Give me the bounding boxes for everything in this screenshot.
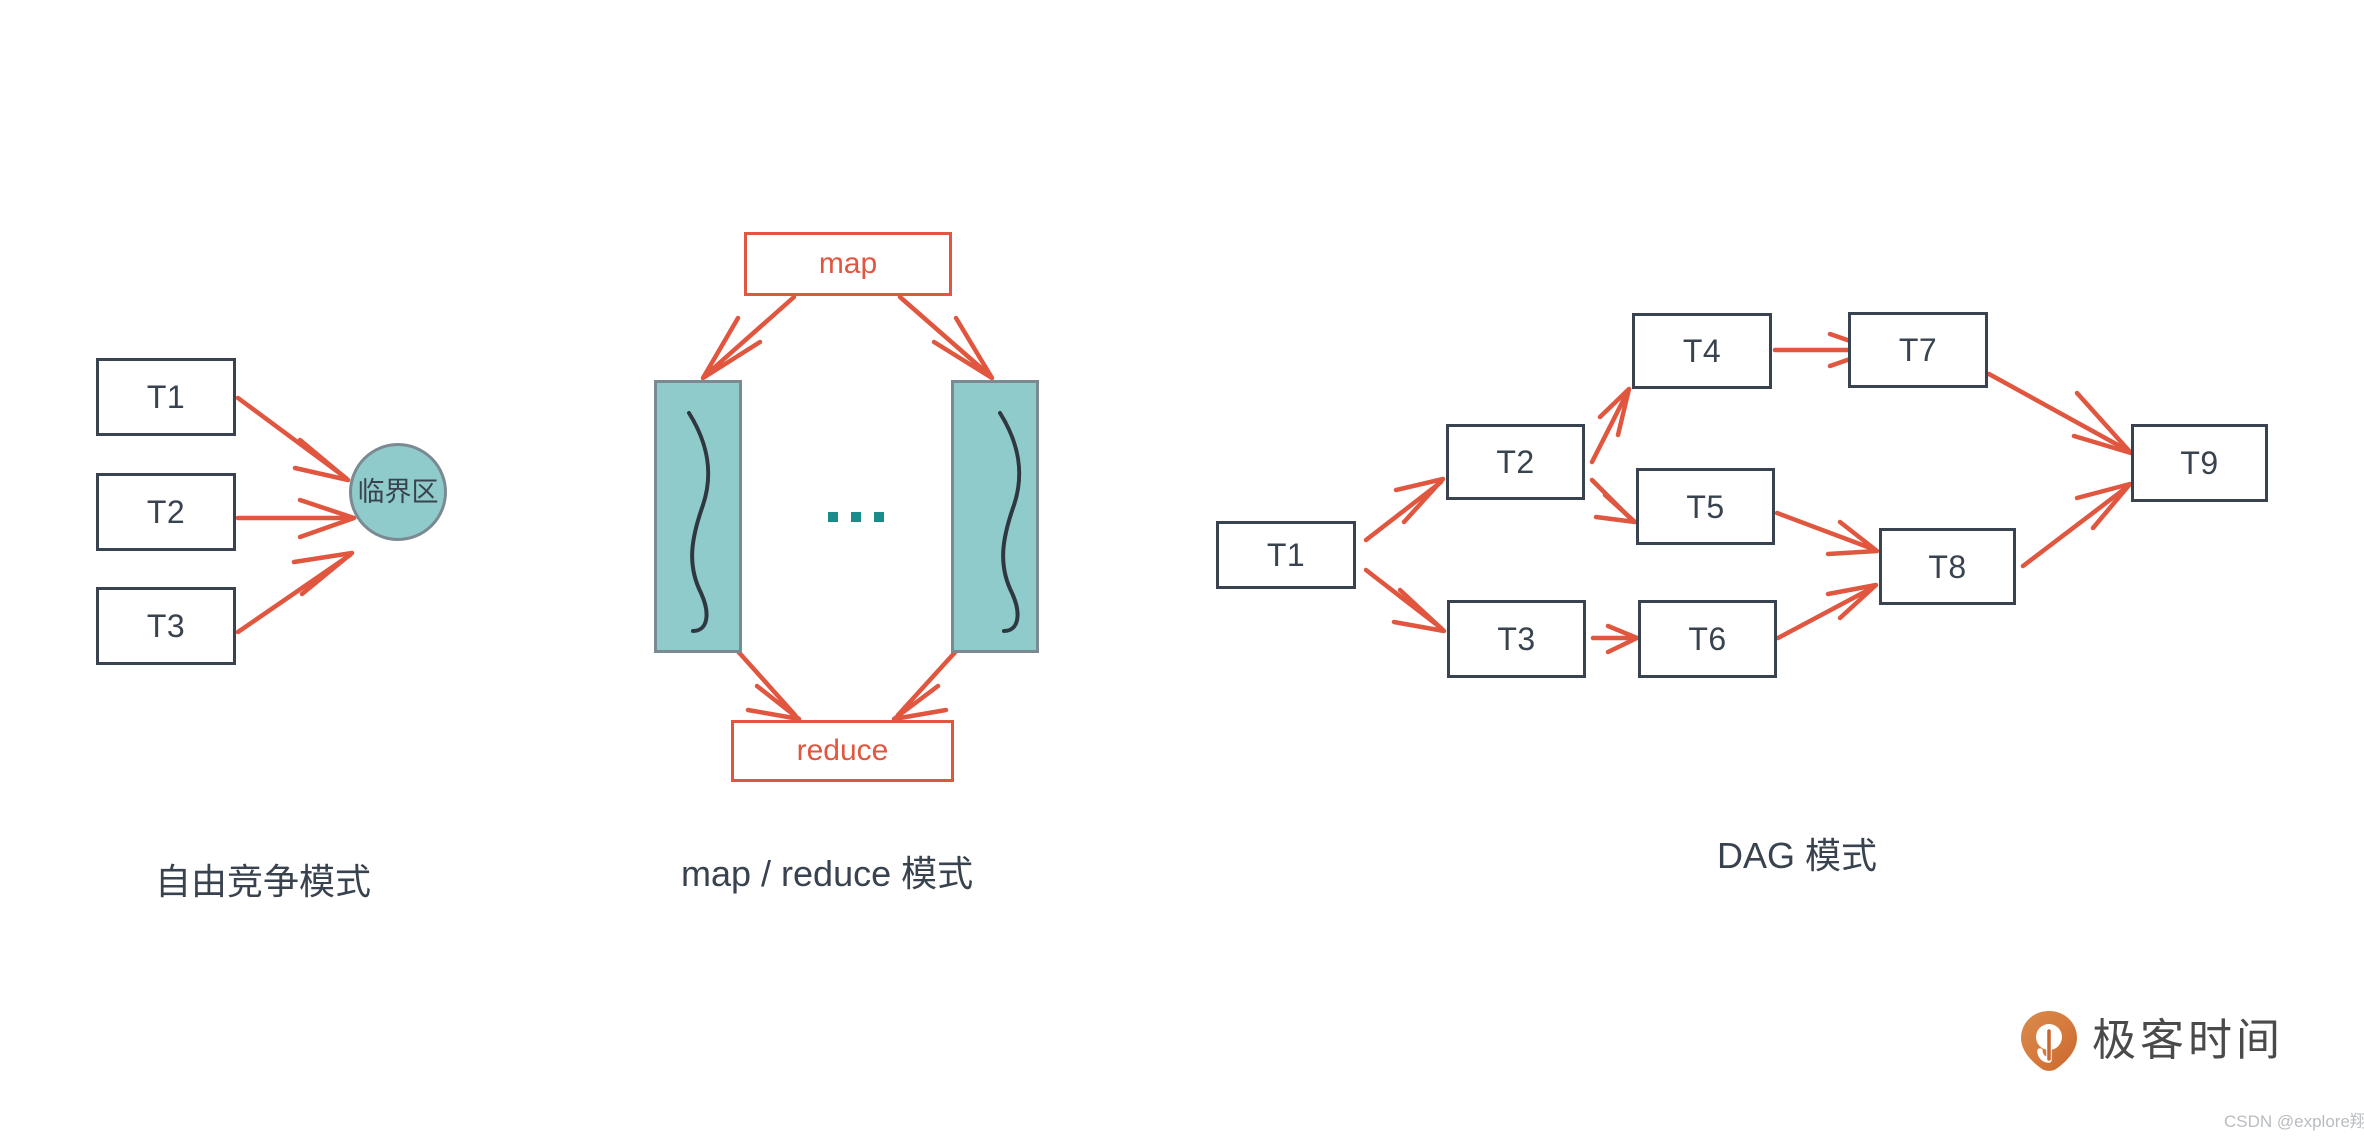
task-label: T3 bbox=[146, 608, 186, 644]
task-label: T1 bbox=[1266, 537, 1306, 573]
task-label: T1 bbox=[146, 379, 186, 415]
task-box-t6-dag[interactable]: T6 bbox=[1638, 600, 1777, 678]
worker-slab-left[interactable] bbox=[654, 380, 742, 653]
caption-dag: DAG 模式 bbox=[1717, 835, 1878, 876]
task-box-t2-free[interactable]: T2 bbox=[96, 473, 236, 551]
task-box-t4-dag[interactable]: T4 bbox=[1632, 313, 1772, 389]
diagram-canvas: .ar { stroke:#e0563f; stroke-width:4.5; … bbox=[0, 0, 2364, 1142]
task-box-t1-free[interactable]: T1 bbox=[96, 358, 236, 436]
arrow-dag-t7-t9 bbox=[1986, 371, 2134, 456]
brand-logo: 极客时间 bbox=[2020, 1010, 2284, 1072]
arrow-dag-t5-t8 bbox=[1774, 510, 1880, 557]
ellipsis-dot bbox=[851, 512, 861, 522]
task-box-t1-dag[interactable]: T1 bbox=[1216, 521, 1356, 589]
wave-glyph-right bbox=[998, 411, 1022, 633]
map-box[interactable]: map bbox=[744, 232, 952, 296]
task-box-t5-dag[interactable]: T5 bbox=[1636, 468, 1775, 545]
worker-ellipsis bbox=[828, 512, 884, 522]
arrow-dag-t3-t6 bbox=[1590, 623, 1640, 655]
arrow-map-to-worker-left bbox=[700, 294, 797, 381]
task-label: T8 bbox=[1928, 548, 1967, 585]
task-label: T6 bbox=[1688, 621, 1727, 657]
task-box-t7-dag[interactable]: T7 bbox=[1848, 312, 1988, 388]
arrow-dag-t8-t9 bbox=[2020, 481, 2133, 569]
reduce-box[interactable]: reduce bbox=[731, 720, 954, 782]
task-label: T3 bbox=[1497, 621, 1536, 657]
task-label: T2 bbox=[146, 494, 186, 530]
ellipsis-dot bbox=[828, 512, 838, 522]
caption-map-reduce: map / reduce 模式 bbox=[681, 853, 974, 894]
ellipsis-dot bbox=[874, 512, 884, 522]
arrow-dag-t1-t2 bbox=[1363, 476, 1446, 543]
task-label: T5 bbox=[1686, 488, 1725, 525]
task-box-t8-dag[interactable]: T8 bbox=[1879, 528, 2016, 605]
arrow-dag-t2-t4 bbox=[1589, 386, 1632, 465]
geektime-logo-icon bbox=[2020, 1010, 2078, 1072]
task-label: T9 bbox=[2180, 445, 2219, 481]
task-label: T7 bbox=[1898, 332, 1938, 368]
worker-slab-right[interactable] bbox=[951, 380, 1039, 653]
task-box-t2-dag[interactable]: T2 bbox=[1446, 424, 1585, 500]
wave-glyph-left bbox=[687, 411, 711, 633]
critical-section-label: 临界区 bbox=[357, 476, 439, 507]
csdn-watermark: CSDN @explore翔 bbox=[2224, 1112, 2364, 1131]
task-label: T2 bbox=[1496, 444, 1535, 480]
critical-section-circle[interactable]: 临界区 bbox=[349, 443, 447, 541]
reduce-label: reduce bbox=[796, 734, 889, 767]
task-box-t3-dag[interactable]: T3 bbox=[1447, 600, 1586, 678]
arrow-t2-to-critical bbox=[235, 497, 357, 540]
task-box-t3-free[interactable]: T3 bbox=[96, 587, 236, 665]
brand-name: 极客时间 bbox=[2092, 1016, 2284, 1065]
arrow-t3-to-critical bbox=[235, 550, 355, 635]
arrow-t1-to-critical bbox=[235, 395, 351, 483]
arrow-dag-t1-t3 bbox=[1363, 567, 1447, 634]
caption-free-competition: 自由竞争模式 bbox=[155, 861, 372, 902]
task-box-t9-dag[interactable]: T9 bbox=[2131, 424, 2268, 502]
arrow-dag-t2-t5 bbox=[1589, 477, 1638, 525]
task-label: T4 bbox=[1682, 333, 1722, 369]
arrow-dag-t6-t8 bbox=[1775, 582, 1879, 641]
arrow-map-to-worker-right bbox=[897, 294, 995, 381]
map-label: map bbox=[818, 247, 878, 280]
